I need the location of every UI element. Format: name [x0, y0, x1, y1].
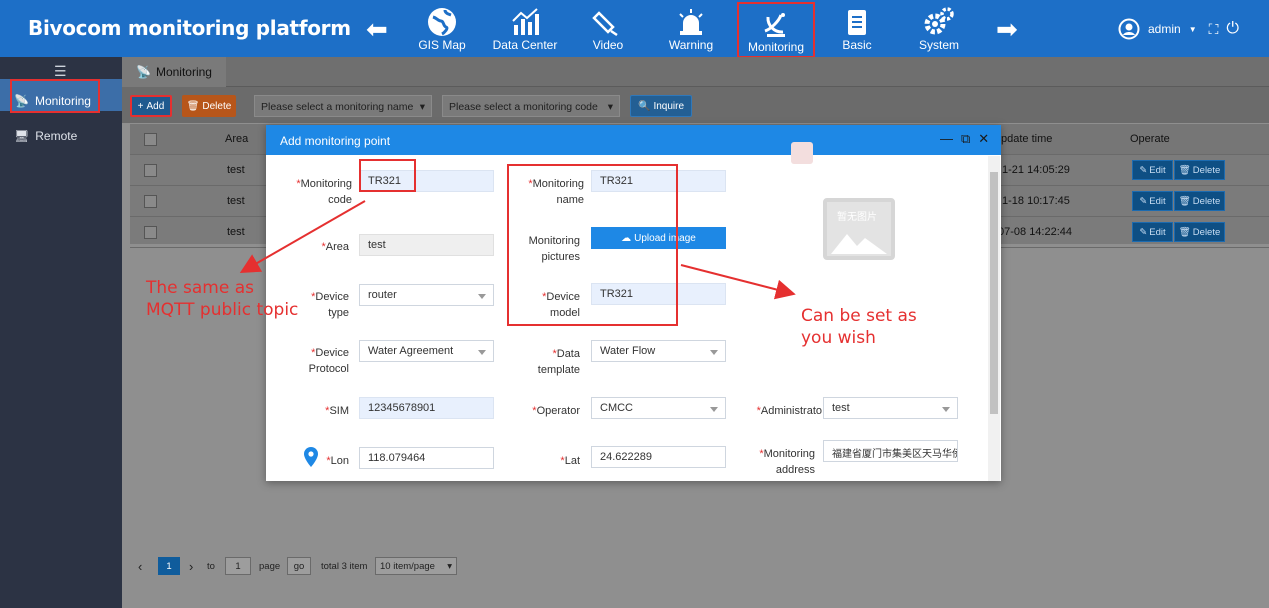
annotation-right: Can be set as you wish	[801, 306, 917, 348]
annotation-left: The same as MQTT public topic	[146, 278, 299, 320]
